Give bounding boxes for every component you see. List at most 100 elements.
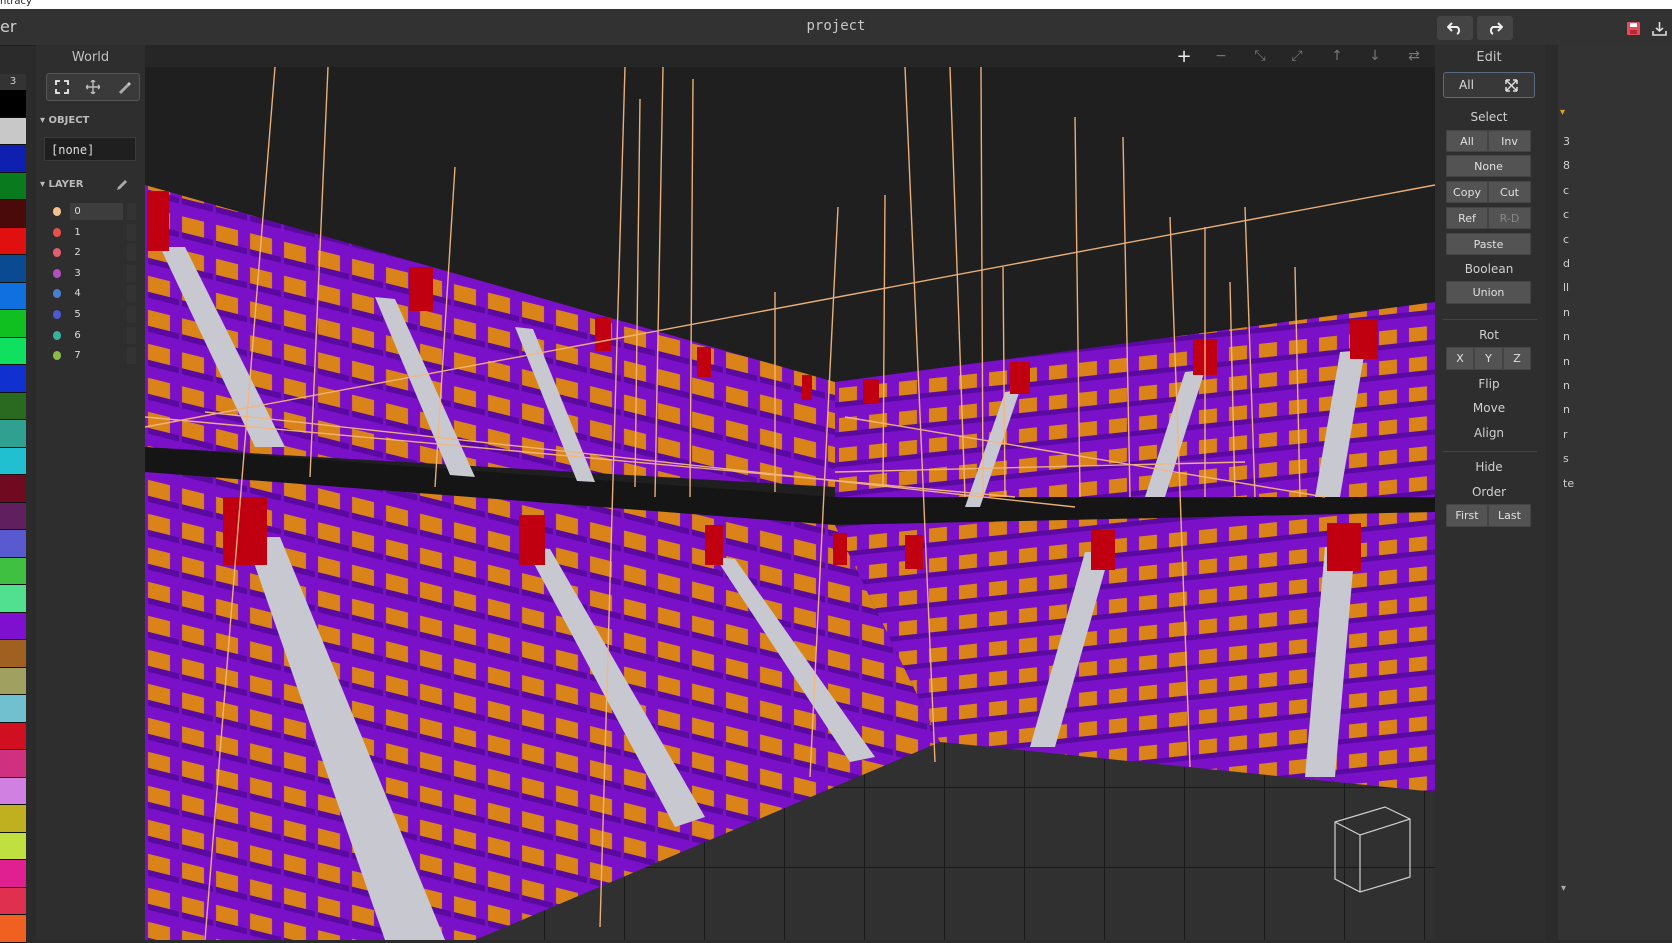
shrink-button[interactable]: ⤡ xyxy=(1248,47,1272,65)
palette-swatch[interactable] xyxy=(0,585,26,613)
align-button[interactable]: Align xyxy=(1435,426,1543,440)
boolean-heading: Boolean xyxy=(1464,262,1514,276)
layer-row-0[interactable]: 0 xyxy=(46,202,136,221)
union-button[interactable]: Union xyxy=(1446,281,1531,304)
save-icon xyxy=(1626,21,1640,35)
palette-swatch[interactable] xyxy=(0,805,26,833)
object-section-label: OBJECT xyxy=(48,115,90,126)
property-label: n xyxy=(1563,403,1570,417)
palette-swatch[interactable] xyxy=(0,310,26,338)
palette-swatch[interactable] xyxy=(0,145,26,173)
select-none-button[interactable]: None xyxy=(1446,155,1531,177)
palette-swatch[interactable] xyxy=(0,420,26,448)
palette-swatch[interactable] xyxy=(0,365,26,393)
layer-color-dot xyxy=(53,351,62,361)
select-all-button[interactable]: All xyxy=(1446,130,1488,152)
cut-button[interactable]: Cut xyxy=(1488,181,1531,203)
scroll-down-icon[interactable]: ▾ xyxy=(1561,883,1566,894)
palette-swatch[interactable] xyxy=(0,887,26,915)
hide-button[interactable]: Hide xyxy=(1435,460,1543,474)
palette-swatch[interactable] xyxy=(0,695,26,723)
move-button[interactable]: Move xyxy=(1435,401,1543,415)
zoom-out-button[interactable]: − xyxy=(1209,47,1233,65)
rot-z-button[interactable]: Z xyxy=(1503,347,1531,370)
layer-row-7[interactable]: 7 xyxy=(46,346,136,365)
layer-visibility-toggle[interactable] xyxy=(126,347,136,365)
order-last-button[interactable]: Last xyxy=(1488,504,1531,527)
zoom-in-button[interactable]: + xyxy=(1172,46,1196,67)
rot-y-button[interactable]: Y xyxy=(1474,347,1503,370)
palette-swatch[interactable] xyxy=(0,447,26,475)
palette-swatch[interactable] xyxy=(0,612,26,640)
palette-swatch[interactable] xyxy=(0,530,26,558)
panel-divider xyxy=(1443,319,1537,320)
palette-swatch[interactable] xyxy=(0,777,26,805)
layer-visibility-toggle[interactable] xyxy=(126,244,136,262)
palette-swatch[interactable] xyxy=(0,750,26,778)
palette-swatch[interactable] xyxy=(0,667,26,695)
swap-button[interactable]: ⇄ xyxy=(1402,47,1426,65)
copy-button[interactable]: Copy xyxy=(1446,181,1488,203)
layer-row-5[interactable]: 5 xyxy=(46,305,136,324)
export-button[interactable] xyxy=(1648,17,1670,39)
object-field[interactable]: [none] xyxy=(44,137,136,161)
palette-swatch[interactable] xyxy=(0,832,26,860)
palette-swatch[interactable] xyxy=(0,90,26,118)
move-down-button[interactable]: ↓ xyxy=(1363,47,1387,65)
undo-button[interactable] xyxy=(1437,16,1473,40)
layer-visibility-toggle[interactable] xyxy=(126,306,136,323)
palette-swatch[interactable] xyxy=(0,172,26,200)
layer-visibility-toggle[interactable] xyxy=(126,326,136,344)
layer-row-3[interactable]: 3 xyxy=(46,264,136,283)
layer-row-6[interactable]: 6 xyxy=(46,326,136,345)
layer-color-dot xyxy=(53,268,62,278)
3d-viewport[interactable] xyxy=(145,67,1435,940)
select-inverse-button[interactable]: Inv xyxy=(1488,130,1531,152)
expand-button[interactable]: ⤢ xyxy=(1285,47,1309,65)
object-section-header[interactable]: ▾ OBJECT xyxy=(40,115,89,126)
save-button[interactable] xyxy=(1622,17,1644,39)
paint-tool[interactable] xyxy=(108,74,139,100)
palette-swatch[interactable] xyxy=(0,337,26,365)
move-tool[interactable] xyxy=(78,74,109,100)
palette-swatch[interactable] xyxy=(0,915,26,943)
ref-button[interactable]: Ref xyxy=(1446,207,1488,229)
layer-visibility-toggle[interactable] xyxy=(126,223,136,241)
layer-visibility-toggle[interactable] xyxy=(126,285,136,303)
scope-expand-button[interactable] xyxy=(1489,73,1534,97)
layer-visibility-toggle[interactable] xyxy=(126,264,136,282)
layer-row-2[interactable]: 2 xyxy=(46,243,136,262)
scope-all-button[interactable]: All xyxy=(1444,73,1489,97)
layer-row-4[interactable]: 4 xyxy=(46,284,136,303)
palette-swatch[interactable] xyxy=(0,722,26,750)
order-first-button[interactable]: First xyxy=(1446,504,1488,527)
rd-button[interactable]: R-D xyxy=(1488,207,1531,229)
top-strip-text: ntracy xyxy=(0,0,32,7)
layer-section-header[interactable]: ▾ LAYER xyxy=(40,179,83,190)
layer-row-1[interactable]: 1 xyxy=(46,223,136,242)
layer-color-dot xyxy=(53,289,62,299)
palette-swatch[interactable] xyxy=(0,860,26,888)
palette-swatch[interactable] xyxy=(0,200,26,228)
palette-swatch[interactable] xyxy=(0,117,26,145)
edit-layer-button[interactable] xyxy=(115,177,129,191)
palette-swatch[interactable] xyxy=(0,557,26,585)
palette-swatch[interactable] xyxy=(0,502,26,530)
select-tool[interactable] xyxy=(47,74,78,100)
palette-swatch[interactable] xyxy=(0,640,26,668)
rot-x-button[interactable]: X xyxy=(1446,347,1474,370)
palette-swatch[interactable] xyxy=(0,392,26,420)
expand-icon xyxy=(1505,78,1518,92)
layer-color-dot xyxy=(53,227,62,237)
move-up-button[interactable]: ↑ xyxy=(1325,47,1349,65)
flip-button[interactable]: Flip xyxy=(1435,377,1543,391)
palette-swatch[interactable] xyxy=(0,475,26,503)
paste-button[interactable]: Paste xyxy=(1446,233,1531,255)
palette-swatch[interactable] xyxy=(0,282,26,310)
layer-visibility-toggle[interactable] xyxy=(126,203,136,220)
select-frame-icon xyxy=(55,80,70,94)
palette-swatch[interactable] xyxy=(0,227,26,255)
arena-scene xyxy=(145,67,1435,940)
redo-button[interactable] xyxy=(1477,16,1513,40)
palette-swatch[interactable] xyxy=(0,255,26,283)
